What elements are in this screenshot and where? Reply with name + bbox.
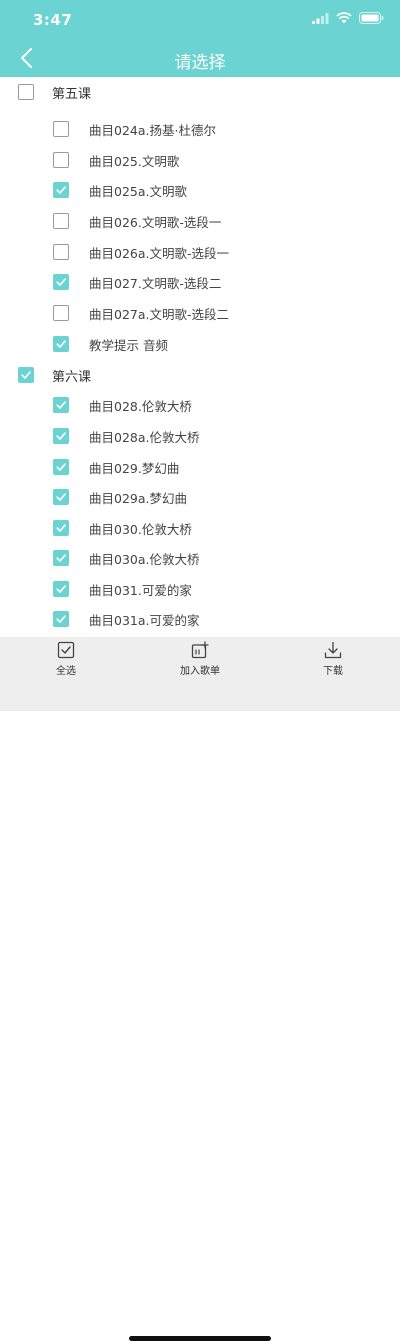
download-button[interactable]: 下载	[298, 641, 368, 681]
item-label: 曲目027a.文明歌-选段二	[89, 306, 230, 322]
checkbox-checked[interactable]	[18, 367, 34, 383]
item-label: 曲目030.伦敦大桥	[89, 521, 192, 537]
list-item[interactable]: 曲目027a.文明歌-选段二	[0, 298, 400, 328]
checkbox[interactable]	[53, 213, 69, 229]
list-item[interactable]: 曲目030.伦敦大桥	[0, 513, 400, 543]
item-label: 曲目028a.伦敦大桥	[89, 429, 200, 445]
checkbox-checked[interactable]	[53, 459, 69, 475]
select-all-label: 全选	[56, 666, 76, 677]
checkmark-icon	[56, 524, 66, 532]
checkmark-icon	[56, 615, 66, 623]
checkbox-checked[interactable]	[53, 336, 69, 352]
checkmark-icon	[56, 585, 66, 593]
checkmark-icon	[21, 371, 31, 379]
list-item[interactable]: 曲目026a.文明歌-选段一	[0, 237, 400, 267]
list-item[interactable]: 曲目025a.文明歌	[0, 175, 400, 205]
item-label: 曲目027.文明歌-选段二	[89, 275, 222, 291]
group-label: 第六课	[52, 369, 92, 385]
item-label: 曲目029.梦幻曲	[89, 460, 180, 476]
list-item[interactable]: 曲目028.伦敦大桥	[0, 390, 400, 420]
item-label: 曲目031a.可爱的家	[89, 612, 200, 628]
add-to-playlist-label: 加入歌单	[180, 666, 220, 677]
bottom-toolbar: 全选 加入歌单 下载	[0, 637, 400, 1341]
checkbox-checked[interactable]	[53, 489, 69, 505]
item-label: 曲目025.文明歌	[89, 153, 180, 169]
item-label: 教学提示 音频	[89, 337, 168, 353]
item-label: 曲目029a.梦幻曲	[89, 490, 187, 506]
checkmark-icon	[56, 554, 66, 562]
list-item[interactable]: 曲目027.文明歌-选段二	[0, 267, 400, 297]
signal-icon	[312, 12, 329, 24]
item-label: 曲目026a.文明歌-选段一	[89, 245, 230, 261]
status-time: 3:47	[33, 11, 73, 29]
list-item[interactable]: 曲目030a.伦敦大桥	[0, 543, 400, 573]
add-playlist-icon	[191, 641, 209, 659]
status-icons	[312, 12, 384, 24]
download-label: 下载	[323, 666, 343, 677]
item-label: 曲目024a.扬基·杜德尔	[89, 122, 216, 138]
checkmark-icon	[56, 401, 66, 409]
list-item[interactable]: 曲目029a.梦幻曲	[0, 482, 400, 512]
group-row-lesson-6[interactable]: 第六课	[0, 360, 400, 390]
list-item[interactable]: 教学提示 音频	[0, 329, 400, 359]
item-label: 曲目031.可爱的家	[89, 582, 192, 598]
checkbox[interactable]	[18, 84, 34, 100]
checkmark-icon	[56, 432, 66, 440]
track-list: 第五课 曲目024a.扬基·杜德尔 曲目025.文明歌 曲目025a.文明歌 曲…	[0, 77, 400, 637]
wifi-icon	[336, 12, 352, 24]
checkbox-checked[interactable]	[53, 581, 69, 597]
list-item[interactable]: 曲目031.可爱的家	[0, 574, 400, 604]
page-title: 请选择	[174, 53, 226, 73]
checkbox[interactable]	[53, 244, 69, 260]
checkbox-checked[interactable]	[53, 550, 69, 566]
checkbox-checked[interactable]	[53, 428, 69, 444]
select-all-button[interactable]: 全选	[31, 641, 101, 681]
item-label: 曲目025a.文明歌	[89, 183, 187, 199]
battery-icon	[359, 12, 384, 24]
item-label: 曲目030a.伦敦大桥	[89, 551, 200, 567]
list-item[interactable]: 曲目026.文明歌-选段一	[0, 206, 400, 236]
list-item[interactable]: 曲目029.梦幻曲	[0, 452, 400, 482]
item-label: 曲目028.伦敦大桥	[89, 398, 192, 414]
group-row-lesson-5[interactable]: 第五课	[0, 77, 400, 107]
checkmark-icon	[56, 493, 66, 501]
checkmark-icon	[56, 278, 66, 286]
checkbox-checked[interactable]	[53, 520, 69, 536]
checkbox-checked[interactable]	[53, 397, 69, 413]
checkmark-icon	[56, 463, 66, 471]
home-indicator	[129, 1336, 271, 1341]
checkbox-checked[interactable]	[53, 611, 69, 627]
checkbox-checked[interactable]	[53, 182, 69, 198]
checkbox-checked[interactable]	[53, 274, 69, 290]
list-item[interactable]: 曲目031a.可爱的家	[0, 604, 400, 634]
list-item[interactable]: 曲目028a.伦敦大桥	[0, 421, 400, 451]
checkmark-icon	[56, 340, 66, 348]
list-item[interactable]: 曲目025.文明歌	[0, 145, 400, 175]
checkbox[interactable]	[53, 305, 69, 321]
group-label: 第五课	[52, 86, 92, 102]
add-to-playlist-button[interactable]: 加入歌单	[165, 641, 235, 681]
checkbox[interactable]	[53, 152, 69, 168]
header: 3:47 请选择	[0, 0, 400, 77]
item-label: 曲目026.文明歌-选段一	[89, 214, 222, 230]
list-item[interactable]: 曲目024a.扬基·杜德尔	[0, 114, 400, 144]
checkmark-icon	[56, 186, 66, 194]
select-all-icon	[57, 641, 75, 659]
checkbox[interactable]	[53, 121, 69, 137]
download-icon	[324, 641, 342, 659]
